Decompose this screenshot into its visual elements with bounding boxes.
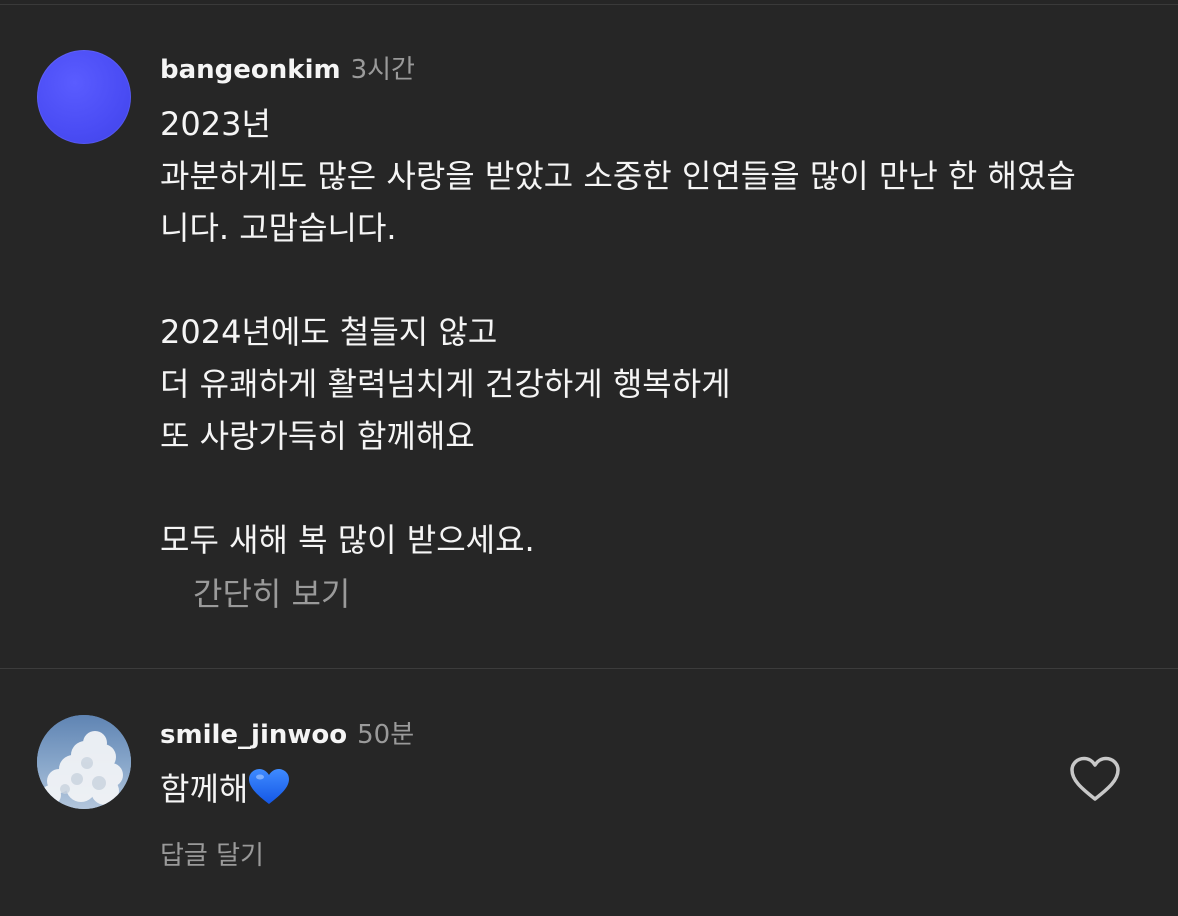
comment-meta: smile_jinwoo 50분 bbox=[160, 715, 1150, 755]
comment-body: bangeonkim 3시간 2023년 과분하게도 많은 사랑을 받았고 소중… bbox=[160, 50, 1150, 616]
comment-meta: bangeonkim 3시간 bbox=[160, 50, 1150, 90]
comment-line: 2023년 bbox=[160, 105, 271, 143]
avatar[interactable] bbox=[37, 50, 131, 144]
timestamp: 3시간 bbox=[350, 55, 415, 85]
comment-line: 함께해 bbox=[160, 763, 1150, 815]
comment-line: 또 사랑가득히 함께해요 bbox=[160, 417, 475, 455]
comment-item: bangeonkim 3시간 2023년 과분하게도 많은 사랑을 받았고 소중… bbox=[0, 50, 1178, 630]
username[interactable]: bangeonkim bbox=[160, 50, 341, 90]
comment-line: 모두 새해 복 많이 받으세요. bbox=[160, 521, 535, 559]
top-divider bbox=[0, 4, 1178, 5]
comment-line: 더 유쾌하게 활력넘치게 건강하게 행복하게 bbox=[160, 365, 731, 403]
comment-body: smile_jinwoo 50분 함께해 답글 달기 bbox=[160, 715, 1150, 872]
comment-line-blank bbox=[160, 254, 1150, 306]
collapse-link[interactable]: 간단히 보기 bbox=[193, 572, 350, 616]
comment-line: 니다. 고맙습니다. bbox=[160, 209, 397, 247]
comment-line: 과분하게도 많은 사랑을 받았고 소중한 인연들을 많이 만난 한 해였습 bbox=[160, 157, 1076, 195]
avatar[interactable] bbox=[37, 715, 131, 809]
heart-icon[interactable] bbox=[1069, 755, 1121, 803]
comment-line: 2024년에도 철들지 않고 bbox=[160, 313, 498, 351]
comment-divider bbox=[0, 668, 1178, 669]
blue-heart-icon bbox=[248, 768, 290, 806]
comment-item: smile_jinwoo 50분 함께해 답글 달기 bbox=[0, 715, 1178, 875]
cloud-sky-image bbox=[37, 715, 131, 809]
comment-line-blank bbox=[160, 462, 1150, 514]
comment-text: 함께해 bbox=[160, 763, 1150, 815]
username[interactable]: smile_jinwoo bbox=[160, 715, 347, 755]
comment-line-text: 함께해 bbox=[160, 770, 249, 808]
comment-text: 2023년 과분하게도 많은 사랑을 받았고 소중한 인연들을 많이 만난 한 … bbox=[160, 98, 1150, 566]
timestamp: 50분 bbox=[357, 720, 415, 750]
reply-button[interactable]: 답글 달기 bbox=[160, 835, 264, 872]
